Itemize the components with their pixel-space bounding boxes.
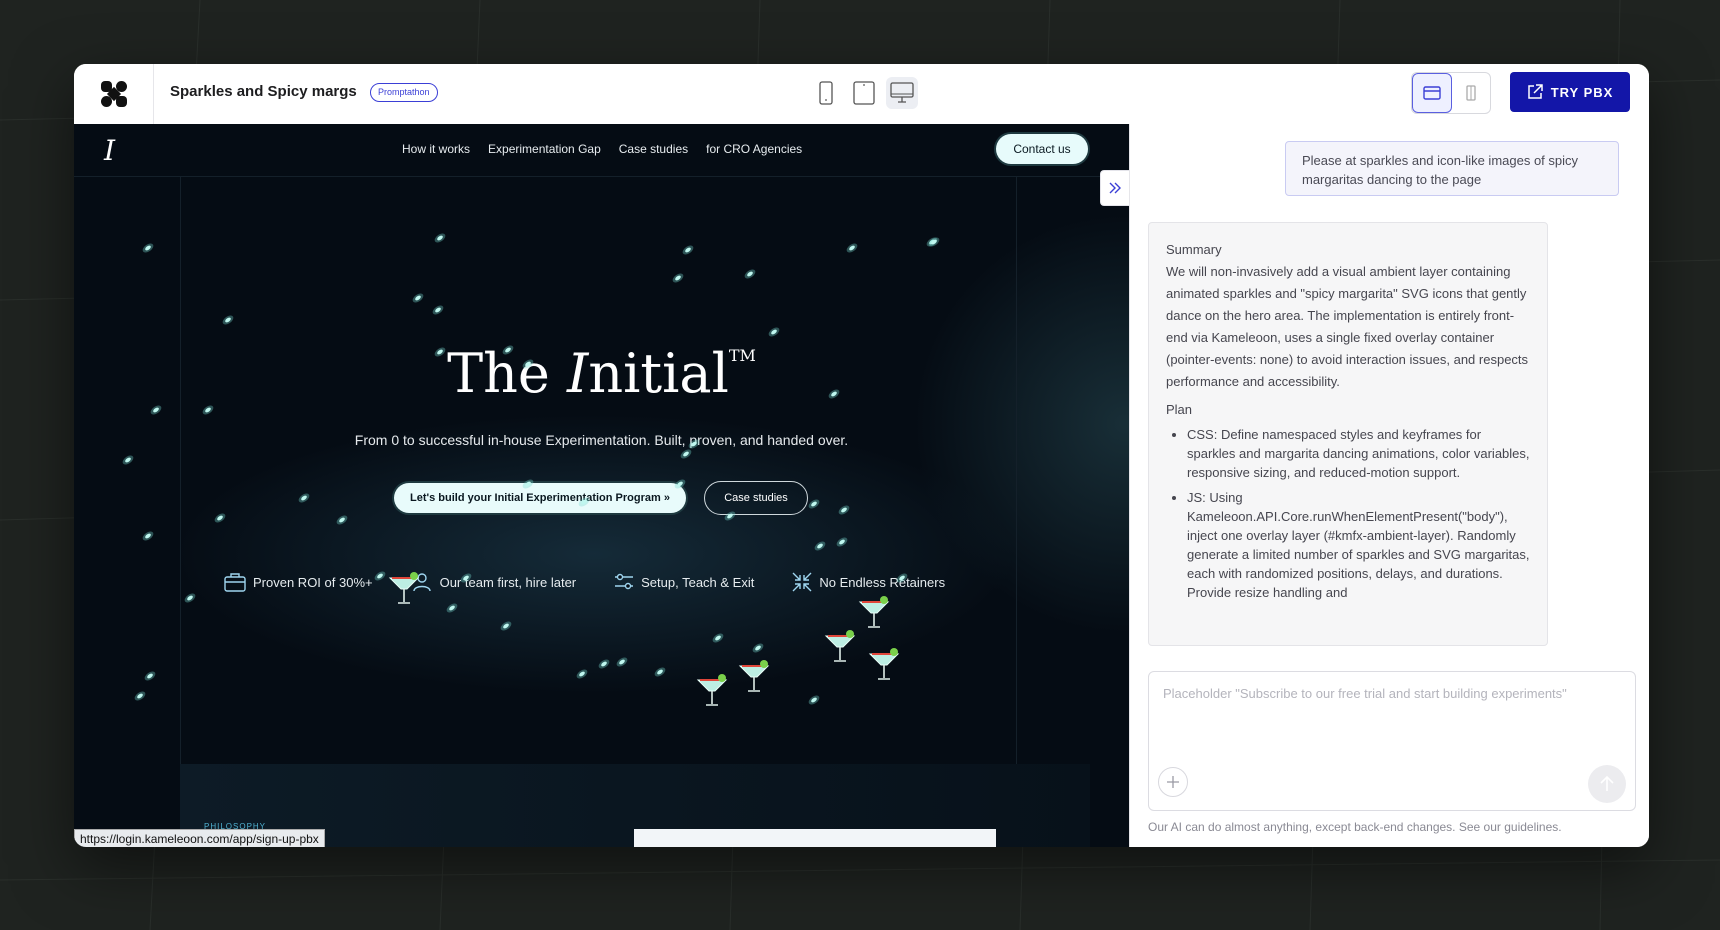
logo-icon — [100, 81, 127, 107]
try-pbx-button[interactable]: TRY PBX — [1510, 72, 1630, 112]
single-view-button[interactable] — [1452, 73, 1490, 113]
device-switcher — [810, 77, 918, 109]
composer-placeholder: Placeholder "Subscribe to our free trial… — [1163, 686, 1567, 701]
arrow-up-icon — [1600, 776, 1614, 791]
cta-build-program-button[interactable]: Let's build your Initial Experimentation… — [394, 483, 686, 513]
content-card — [634, 829, 996, 847]
project-title: Sparkles and Spicy margs — [170, 83, 357, 100]
user-message: Please at sparkles and icon-like images … — [1285, 141, 1619, 196]
feature-label: Proven ROI of 30%+ — [253, 574, 373, 590]
nav-link-how-it-works[interactable]: How it works — [402, 142, 470, 156]
collapse-panel-button[interactable] — [1100, 170, 1129, 206]
hero-title: The InitialTM — [74, 342, 1129, 405]
feature-label: Our team first, hire later — [439, 574, 577, 590]
phone-icon — [819, 81, 833, 105]
single-view-icon — [1466, 85, 1476, 101]
desktop-view-button[interactable] — [886, 77, 918, 109]
split-view-icon — [1423, 86, 1441, 100]
message-composer[interactable]: Placeholder "Subscribe to our free trial… — [1148, 671, 1636, 811]
feature-item: Setup, Teach & Exit — [614, 572, 754, 592]
split-view-button[interactable] — [1412, 73, 1452, 113]
briefcase-icon — [224, 573, 246, 592]
cta-case-studies-button[interactable]: Case studies — [704, 481, 808, 515]
layout-toggle — [1411, 72, 1491, 114]
mobile-view-button[interactable] — [810, 77, 842, 109]
plus-icon — [1167, 776, 1179, 788]
desktop-icon — [890, 82, 914, 103]
plan-list: CSS: Define namespaced styles and keyfra… — [1166, 425, 1530, 602]
divider-right — [1016, 176, 1017, 847]
nav-link-experimentation-gap[interactable]: Experimentation Gap — [488, 142, 601, 156]
feature-label: Setup, Teach & Exit — [641, 574, 755, 590]
team-icon — [412, 573, 431, 592]
hero-title-rest: nitial — [588, 342, 729, 405]
feature-item: Proven ROI of 30%+ — [224, 572, 373, 592]
app-logo[interactable] — [74, 64, 154, 124]
feature-list: Proven ROI of 30%+ Our team first, hire … — [224, 572, 945, 592]
nav-link-case-studies[interactable]: Case studies — [619, 142, 688, 156]
attach-button[interactable] — [1158, 767, 1188, 797]
feature-label: No Endless Retainers — [819, 574, 946, 590]
trademark-mark: TM — [728, 346, 756, 365]
site-preview: I How it works Experimentation Gap Case … — [74, 124, 1129, 847]
hero-subtitle: From 0 to successful in-house Experiment… — [354, 432, 849, 448]
project-badge: Promptathon — [370, 83, 438, 102]
nav-link-cro-agencies[interactable]: for CRO Agencies — [706, 142, 802, 156]
summary-text: We will non-invasively add a visual ambi… — [1166, 264, 1529, 389]
app-window: Sparkles and Spicy margs Promptathon TRY — [74, 64, 1649, 847]
preview-nav: I How it works Experimentation Gap Case … — [74, 124, 1129, 177]
tablet-icon — [853, 81, 875, 105]
plan-item: JS: Using Kameleoon.API.Core.runWhenElem… — [1187, 488, 1530, 602]
send-button[interactable] — [1588, 765, 1626, 803]
hero-title-the: The — [447, 342, 568, 405]
plan-heading: Plan — [1166, 402, 1193, 417]
plan-item: CSS: Define namespaced styles and keyfra… — [1187, 425, 1530, 482]
external-link-icon — [1527, 84, 1543, 99]
settings-sliders-icon — [615, 573, 634, 590]
contact-us-button[interactable]: Contact us — [996, 134, 1088, 164]
site-logo[interactable]: I — [104, 134, 115, 167]
divider-left — [180, 176, 181, 847]
feature-item: Our team first, hire later — [411, 572, 577, 592]
disclaimer-text: Our AI can do almost anything, except ba… — [1148, 820, 1562, 834]
ai-response: Summary We will non-invasively add a vis… — [1148, 222, 1548, 646]
status-bar-url: https://login.kameleoon.com/app/sign-up-… — [74, 829, 325, 847]
summary-heading: Summary — [1166, 242, 1222, 257]
double-chevron-right-icon — [1109, 182, 1121, 194]
try-pbx-label: TRY PBX — [1550, 84, 1614, 100]
compress-icon — [792, 572, 812, 592]
ai-chat-panel: Please at sparkles and icon-like images … — [1129, 124, 1649, 847]
tablet-view-button[interactable] — [848, 77, 880, 109]
nav-links: How it works Experimentation Gap Case st… — [402, 142, 802, 156]
feature-item: No Endless Retainers — [792, 572, 945, 592]
hero-title-initial-letter: I — [567, 342, 589, 405]
top-bar: Sparkles and Spicy margs Promptathon TRY — [74, 64, 1649, 125]
